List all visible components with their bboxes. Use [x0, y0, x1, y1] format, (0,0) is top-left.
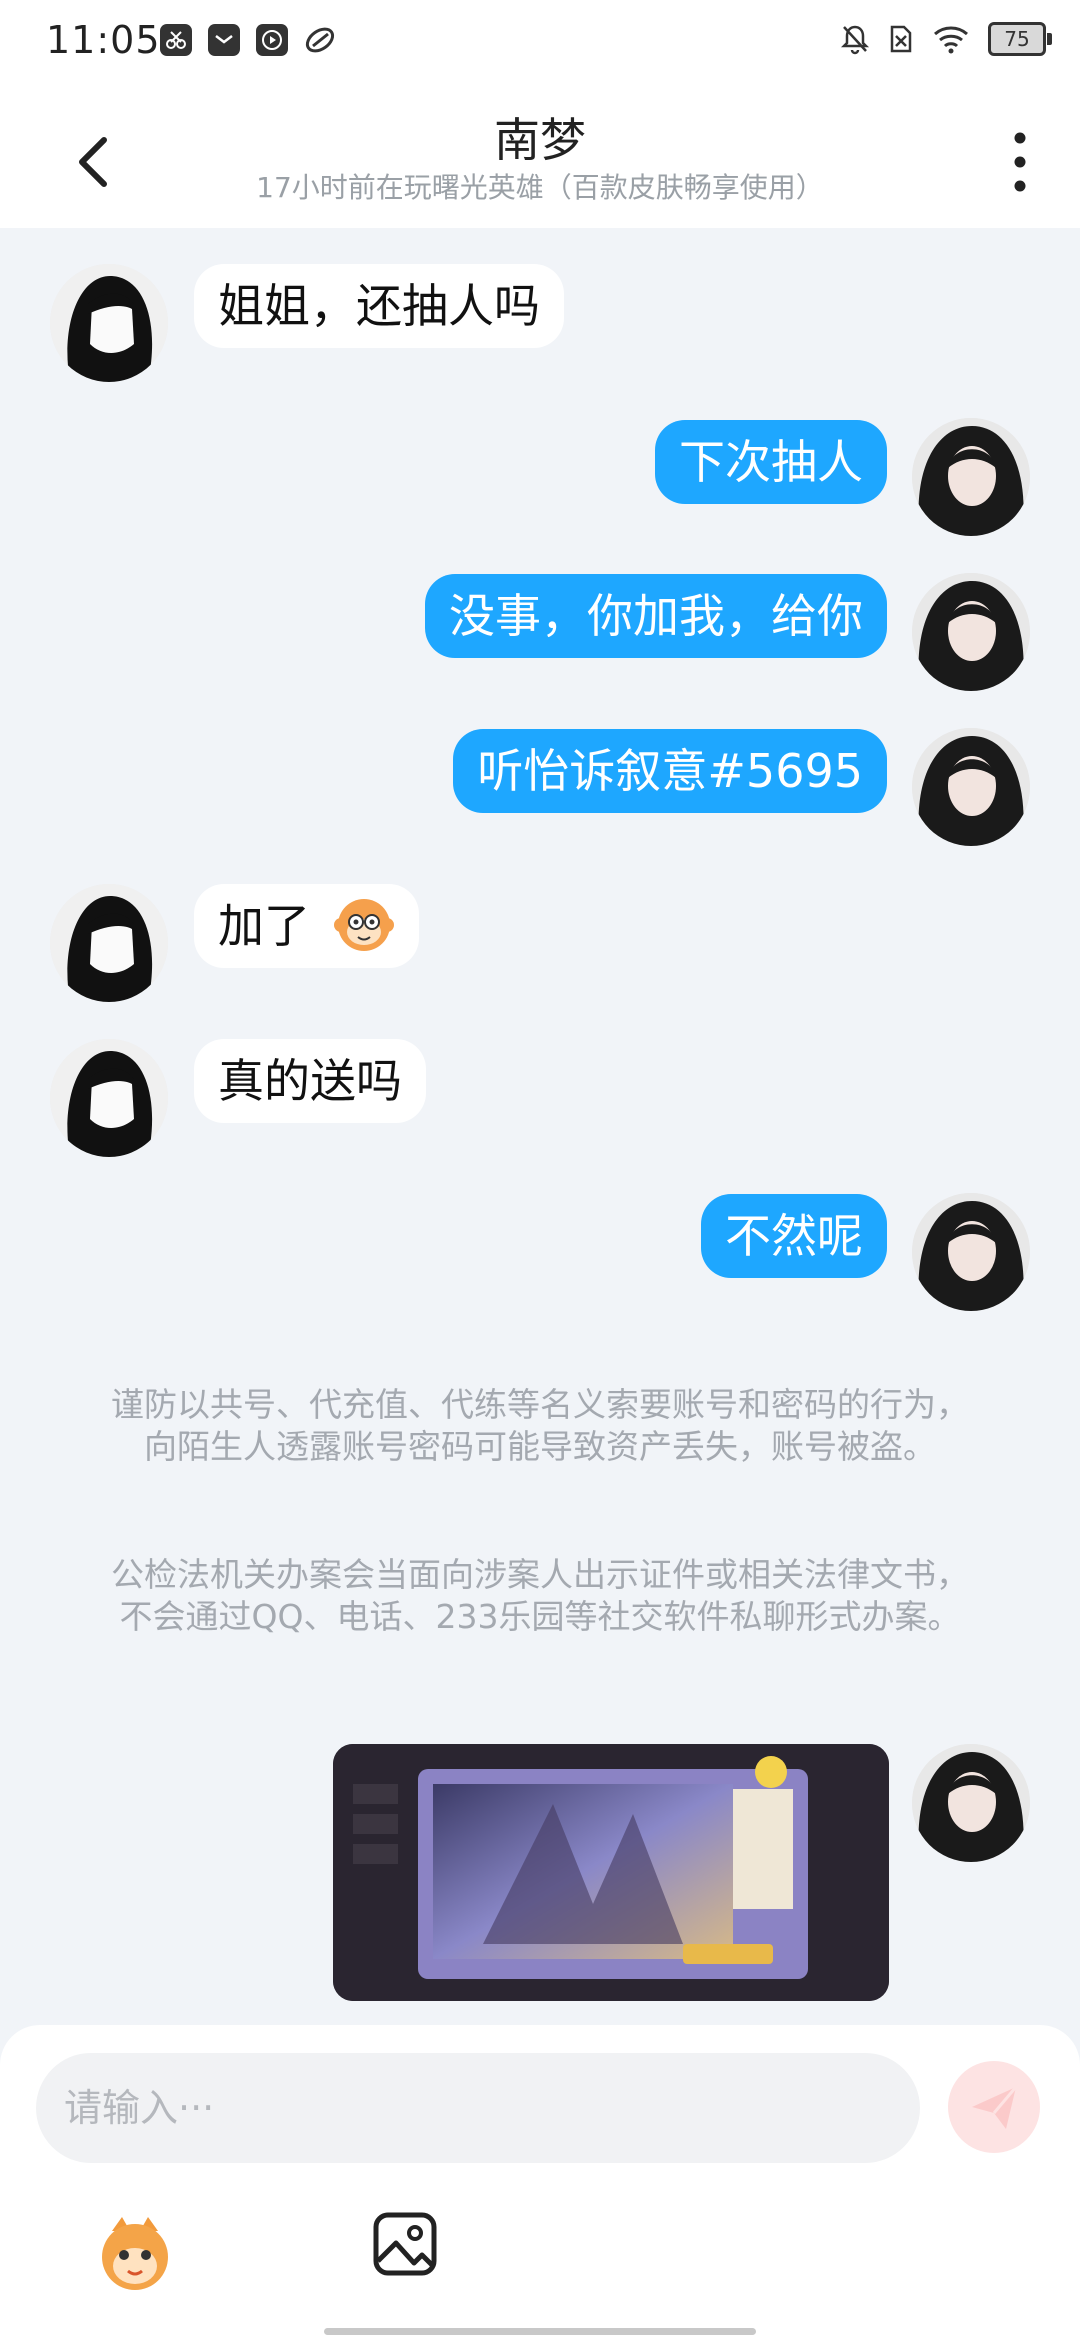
game-screenshot-image[interactable]: [333, 1744, 889, 2001]
my-avatar[interactable]: [912, 573, 1030, 691]
message-bubble-sent[interactable]: 听怡诉叙意#5695: [453, 729, 887, 813]
contact-avatar[interactable]: [50, 264, 168, 382]
contact-status: 17小时前在玩曙光英雄（百款皮肤畅享使用）: [256, 171, 824, 204]
status-bar: 11:05 75: [0, 0, 1080, 84]
contact-avatar[interactable]: [50, 1039, 168, 1157]
more-vertical-icon: [1014, 132, 1026, 192]
my-avatar[interactable]: [912, 418, 1030, 536]
input-panel: 请输入···: [0, 2025, 1080, 2340]
chat-header: 南梦 17小时前在玩曙光英雄（百款皮肤畅享使用）: [0, 84, 1080, 228]
battery-icon: 75: [988, 22, 1052, 56]
security-notice-1: 谨防以共号、代充值、代练等名义索要账号和密码的行为，向陌生人透露账号密码可能导致…: [111, 1385, 969, 1466]
monkey-emoji-icon: [333, 899, 394, 951]
my-avatar[interactable]: [912, 1744, 1030, 1862]
image-picker-icon[interactable]: [370, 2209, 440, 2279]
video-app-icon: [256, 24, 288, 56]
message-text: 加了: [218, 899, 310, 953]
my-avatar[interactable]: [912, 728, 1030, 846]
home-indicator[interactable]: [324, 2328, 756, 2335]
sim-off-icon: [890, 25, 912, 53]
message-bubble-sent[interactable]: 下次抽人: [655, 420, 887, 504]
message-bubble-received[interactable]: 真的送吗: [194, 1039, 426, 1123]
send-button[interactable]: [948, 2061, 1040, 2153]
message-bubble-received[interactable]: 姐姐，还抽人吗: [194, 264, 564, 348]
emoji-sticker-icon[interactable]: [92, 2211, 178, 2297]
bell-off-icon: [840, 25, 870, 55]
message-bubble-sent[interactable]: 没事，你加我，给你: [425, 574, 887, 658]
wifi-icon: [934, 26, 968, 54]
notification-icons: [160, 24, 336, 56]
send-icon: [972, 2086, 1018, 2129]
message-bubble-sent[interactable]: 不然呢: [701, 1194, 887, 1278]
system-icons: 75: [840, 22, 1052, 56]
contact-name: 南梦: [494, 113, 586, 167]
message-input[interactable]: 请输入···: [36, 2053, 920, 2163]
mail-app-icon: [208, 24, 240, 56]
leaf-app-icon: [304, 24, 336, 56]
status-time: 11:05: [46, 18, 161, 62]
security-notice-2: 公检法机关办案会当面向涉案人出示证件或相关法律文书，不会通过QQ、电话、233乐…: [111, 1555, 969, 1636]
my-avatar[interactable]: [912, 1193, 1030, 1311]
more-options-button[interactable]: [1000, 122, 1040, 202]
scissors-app-icon: [160, 24, 192, 56]
contact-avatar[interactable]: [50, 884, 168, 1002]
message-bubble-received[interactable]: 加了: [194, 884, 419, 968]
